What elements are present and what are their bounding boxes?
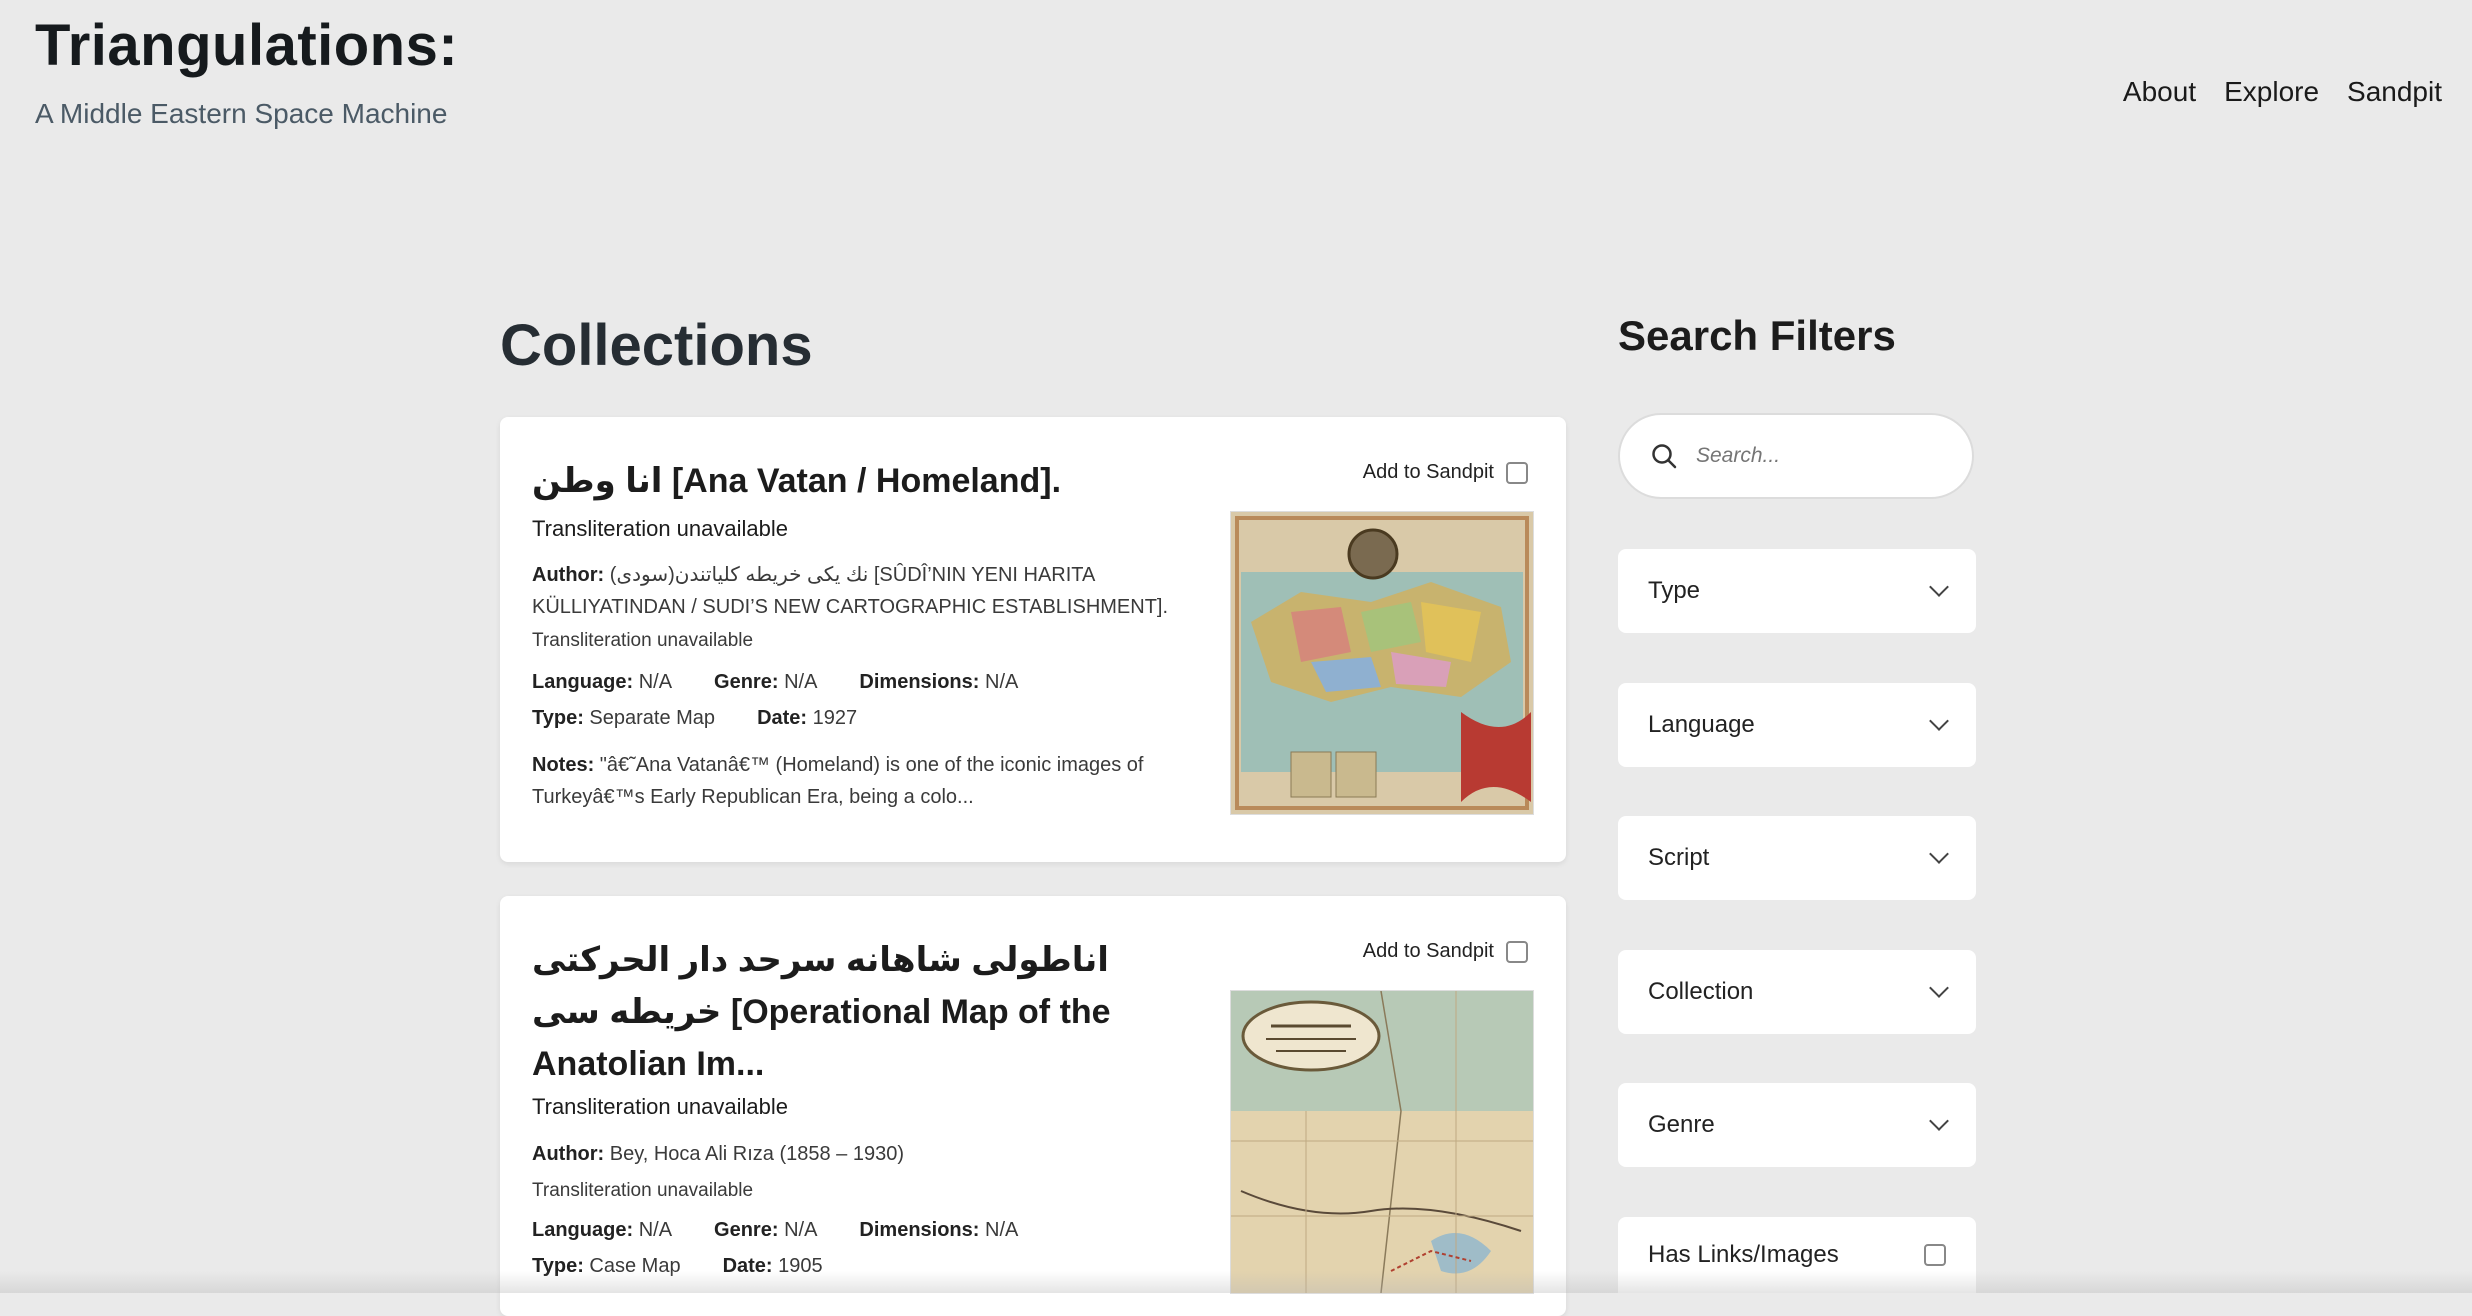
author-field: Author: Bey, Hoca Ali Rıza (1858 – 1930) xyxy=(532,1138,1182,1170)
chevron-down-icon xyxy=(1929,1111,1949,1131)
filter-label: Genre xyxy=(1648,1111,1715,1138)
card-title[interactable]: انا وطن [Ana Vatan / Homeland]. xyxy=(532,455,1172,507)
filter-language[interactable]: Language xyxy=(1618,683,1976,767)
map-image xyxy=(1231,512,1533,814)
site-title[interactable]: Triangulations: xyxy=(35,12,458,79)
author-label: Author: xyxy=(532,1143,605,1165)
language-label: Language: xyxy=(532,671,634,693)
filter-type[interactable]: Type xyxy=(1618,549,1976,633)
date-label: Date: xyxy=(757,707,808,729)
chevron-down-icon xyxy=(1929,577,1949,597)
meta-row: Type: Separate Map Date: 1927 xyxy=(532,707,899,730)
meta-row: Language: N/A Genre: N/A Dimensions: N/A xyxy=(532,671,1060,694)
page-heading: Collections xyxy=(500,313,813,378)
author-transliteration: Transliteration unavailable xyxy=(532,1180,754,1201)
author-value: (سودی)نك يكى خريطه كلياتندن [SÛDÎ’NIN YE… xyxy=(532,564,1169,618)
card-title[interactable]: اناطولى شاهانه سرحد دار الحركتى خريطه سى… xyxy=(532,934,1172,1090)
filter-label: Has Links/Images xyxy=(1648,1241,1839,1268)
main-nav: About Explore Sandpit xyxy=(2123,76,2442,108)
language-value: N/A xyxy=(638,671,673,693)
nav-sandpit[interactable]: Sandpit xyxy=(2347,76,2442,108)
filter-script[interactable]: Script xyxy=(1618,816,1976,900)
genre-label: Genre: xyxy=(714,671,779,693)
title-transliteration: Transliteration unavailable xyxy=(532,1094,788,1119)
add-to-sandpit-label: Add to Sandpit xyxy=(1362,461,1494,483)
genre-value: N/A xyxy=(784,1219,818,1241)
search-icon xyxy=(1652,444,1677,469)
search-input[interactable] xyxy=(1694,443,1948,469)
filter-label: Language xyxy=(1648,711,1755,738)
type-label: Type: xyxy=(532,707,584,729)
map-image xyxy=(1231,991,1533,1293)
notes-label: Notes: xyxy=(532,754,595,776)
has-links-images-checkbox[interactable] xyxy=(1924,1244,1946,1266)
author-field: Author: (سودی)نك يكى خريطه كلياتندن [SÛD… xyxy=(532,559,1182,623)
language-value: N/A xyxy=(638,1219,673,1241)
date-value: 1927 xyxy=(812,707,858,729)
add-to-sandpit-checkbox[interactable] xyxy=(1506,940,1528,963)
add-to-sandpit[interactable]: Add to Sandpit xyxy=(1363,461,1528,484)
dimensions-label: Dimensions: xyxy=(859,671,980,693)
genre-value: N/A xyxy=(784,671,818,693)
search-box[interactable] xyxy=(1618,413,1974,499)
map-thumbnail[interactable] xyxy=(1230,511,1534,815)
author-label: Author: xyxy=(532,564,605,586)
site-subtitle: A Middle Eastern Space Machine xyxy=(35,98,448,129)
collection-card: انا وطن [Ana Vatan / Homeland]. Translit… xyxy=(500,417,1566,862)
collection-card: اناطولى شاهانه سرحد دار الحركتى خريطه سى… xyxy=(500,896,1566,1316)
map-thumbnail[interactable] xyxy=(1230,990,1534,1294)
filter-genre[interactable]: Genre xyxy=(1618,1083,1976,1167)
dimensions-label: Dimensions: xyxy=(859,1219,980,1241)
bottom-fade xyxy=(0,1271,2472,1293)
chevron-down-icon xyxy=(1929,978,1949,998)
add-to-sandpit[interactable]: Add to Sandpit xyxy=(1363,940,1528,963)
meta-row: Language: N/A Genre: N/A Dimensions: N/A xyxy=(532,1219,1060,1242)
chevron-down-icon xyxy=(1929,844,1949,864)
add-to-sandpit-label: Add to Sandpit xyxy=(1362,940,1494,962)
filters-title: Search Filters xyxy=(1618,312,1896,359)
nav-explore[interactable]: Explore xyxy=(2224,76,2319,108)
genre-label: Genre: xyxy=(714,1219,779,1241)
nav-about[interactable]: About xyxy=(2123,76,2196,108)
dimensions-value: N/A xyxy=(985,671,1019,693)
author-value: Bey, Hoca Ali Rıza (1858 – 1930) xyxy=(609,1143,905,1165)
language-label: Language: xyxy=(532,1219,634,1241)
notes-field: Notes: "â€˜Ana Vatanâ€™ (Homeland) is on… xyxy=(532,749,1172,813)
notes-value: "â€˜Ana Vatanâ€™ (Homeland) is one of th… xyxy=(532,754,1144,808)
add-to-sandpit-checkbox[interactable] xyxy=(1506,461,1528,484)
title-transliteration: Transliteration unavailable xyxy=(532,516,788,541)
filter-label: Script xyxy=(1648,844,1710,871)
chevron-down-icon xyxy=(1929,711,1949,731)
dimensions-value: N/A xyxy=(985,1219,1019,1241)
type-value: Separate Map xyxy=(589,707,716,729)
filter-collection[interactable]: Collection xyxy=(1618,950,1976,1034)
filter-label: Collection xyxy=(1648,978,1754,1005)
filter-label: Type xyxy=(1648,577,1701,604)
author-transliteration: Transliteration unavailable xyxy=(532,630,754,651)
